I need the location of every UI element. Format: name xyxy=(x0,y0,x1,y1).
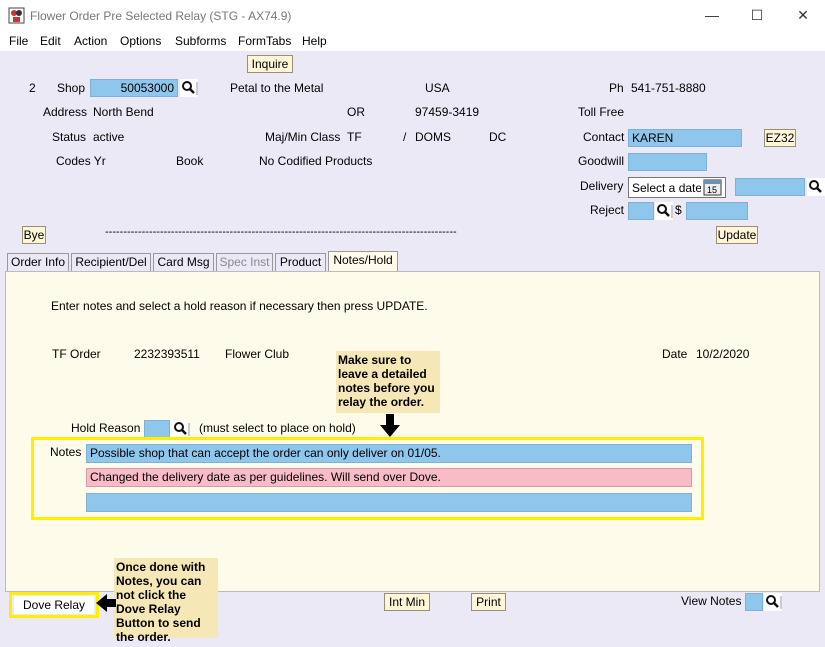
view-notes-field[interactable] xyxy=(745,593,763,611)
delivery-date-placeholder: Select a date xyxy=(632,181,703,195)
notes-label: Notes xyxy=(50,445,82,459)
delivery-label: Delivery xyxy=(580,179,624,193)
state-value: OR xyxy=(347,105,365,119)
menu-edit[interactable]: Edit xyxy=(40,34,61,48)
menu-file[interactable]: File xyxy=(9,34,28,48)
contact-field[interactable]: KAREN xyxy=(628,129,742,147)
class-separator: / xyxy=(403,130,407,144)
arrow-down-icon xyxy=(380,414,400,437)
instructions-text: Enter notes and select a hold reason if … xyxy=(51,299,428,313)
goodwill-field[interactable] xyxy=(628,153,707,171)
reject-amount-field[interactable] xyxy=(686,202,748,220)
row-number: 2 xyxy=(29,81,36,95)
notes-line-1[interactable]: Possible shop that can accept the order … xyxy=(86,444,692,463)
shop-label: Shop xyxy=(57,81,86,95)
dc-value: DC xyxy=(489,130,507,144)
shop-country: USA xyxy=(425,81,450,95)
menu-bar: File Edit Action Options Subforms FormTa… xyxy=(0,31,825,51)
status-label: Status xyxy=(52,130,87,144)
toll-free-label: Toll Free xyxy=(578,105,625,119)
hold-reason-field[interactable] xyxy=(144,420,170,438)
menu-options[interactable]: Options xyxy=(120,34,161,48)
ez32-button[interactable]: EZ32 xyxy=(764,129,796,147)
tab-order-info[interactable]: Order Info xyxy=(7,253,69,271)
calendar-day: 15 xyxy=(707,185,717,195)
tab-spec-inst: Spec Inst xyxy=(216,253,273,271)
menu-formtabs[interactable]: FormTabs xyxy=(238,34,291,48)
menu-action[interactable]: Action xyxy=(74,34,107,48)
address-value: North Bend xyxy=(93,105,154,119)
shop-number-field[interactable]: 50053000 xyxy=(90,79,178,97)
minor-class-value: DOMS xyxy=(415,130,451,144)
notes-line-2[interactable]: Changed the delivery date as per guideli… xyxy=(86,468,692,487)
menu-subforms[interactable]: Subforms xyxy=(175,34,226,48)
codified-products-text: No Codified Products xyxy=(259,154,373,168)
date-label: Date xyxy=(662,347,688,361)
separator-dashes: ----------------------------------------… xyxy=(105,226,457,238)
order-shop-name: Flower Club xyxy=(225,347,290,361)
close-button[interactable]: ✕ xyxy=(783,4,823,26)
major-class-value: TF xyxy=(347,130,362,144)
maximize-button[interactable]: ☐ xyxy=(737,4,777,26)
hold-reason-label: Hold Reason xyxy=(71,421,141,435)
hold-reason-hint: (must select to place on hold) xyxy=(199,421,356,435)
reject-field[interactable] xyxy=(628,202,654,220)
contact-label: Contact xyxy=(583,130,625,144)
delivery-date-picker[interactable]: Select a date 15 xyxy=(628,177,726,198)
print-button[interactable]: Print xyxy=(471,593,506,611)
menu-help[interactable]: Help xyxy=(302,34,327,48)
status-value: active xyxy=(93,130,125,144)
book-label: Book xyxy=(176,154,204,168)
reject-search-icon[interactable] xyxy=(655,202,673,220)
maj-min-class-label: Maj/Min Class xyxy=(265,130,341,144)
notes-line-3[interactable] xyxy=(86,493,692,512)
address-label: Address xyxy=(43,105,88,119)
callout-detailed-notes: Make sure to leave a detailed notes befo… xyxy=(336,351,440,413)
order-number: 2232393511 xyxy=(134,347,200,361)
window-title: Flower Order Pre Selected Relay (STG - A… xyxy=(30,9,292,23)
delivery-shop-field[interactable] xyxy=(735,178,805,196)
inquire-button[interactable]: Inquire xyxy=(247,55,293,73)
dollar-sign: $ xyxy=(675,203,682,217)
view-notes-search-icon[interactable] xyxy=(764,593,782,611)
callout-dove-relay: Once done with Notes, you can not click … xyxy=(114,558,218,644)
zip-value: 97459-3419 xyxy=(415,105,480,119)
reject-label: Reject xyxy=(590,203,625,217)
codes-yr-label: Codes Yr xyxy=(56,154,106,168)
tab-product[interactable]: Product xyxy=(275,253,326,271)
update-button[interactable]: Update xyxy=(716,226,758,244)
view-notes-label: View Notes xyxy=(681,594,742,608)
shop-name: Petal to the Metal xyxy=(230,81,324,95)
flower-app-icon xyxy=(8,7,25,24)
dove-relay-button[interactable]: Dove Relay xyxy=(14,596,94,614)
goodwill-label: Goodwill xyxy=(578,154,625,168)
order-date: 10/2/2020 xyxy=(696,347,750,361)
phone-label: Ph xyxy=(609,81,624,95)
bye-button[interactable]: Bye xyxy=(22,226,46,244)
int-min-button[interactable]: Int Min xyxy=(384,593,430,611)
calendar-icon[interactable]: 15 xyxy=(701,178,725,197)
arrow-left-icon xyxy=(96,594,116,612)
minimize-button[interactable]: — xyxy=(692,4,732,26)
tab-card-msg[interactable]: Card Msg xyxy=(153,253,214,271)
tab-notes-hold[interactable]: Notes/Hold xyxy=(328,251,398,272)
title-bar: Flower Order Pre Selected Relay (STG - A… xyxy=(0,0,825,31)
tab-recipient-del[interactable]: Recipient/Del xyxy=(71,253,151,271)
hold-reason-search-icon[interactable] xyxy=(172,420,190,438)
tf-order-label: TF Order xyxy=(52,347,101,361)
shop-search-icon[interactable] xyxy=(180,79,198,97)
phone-value: 541-751-8880 xyxy=(631,81,706,95)
delivery-search-icon[interactable] xyxy=(807,178,825,196)
